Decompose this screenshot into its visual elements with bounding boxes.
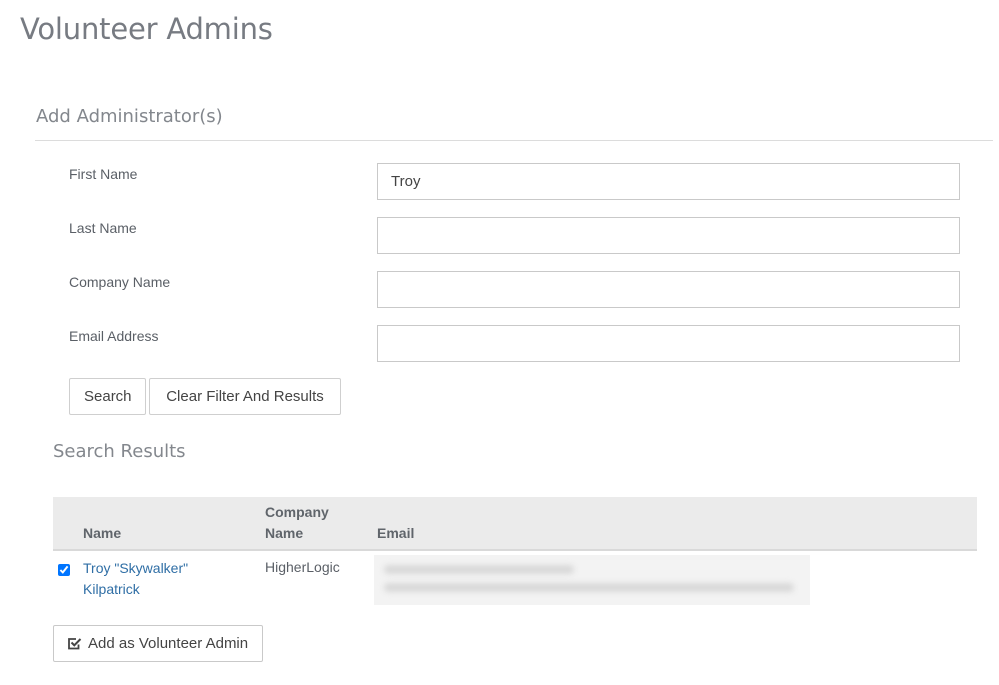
first-name-label: First Name	[69, 166, 138, 182]
check-square-icon	[67, 636, 82, 651]
company-name-label: Company Name	[69, 274, 171, 290]
result-name-line2: Kilpatrick	[83, 581, 140, 597]
search-button[interactable]: Search	[69, 378, 146, 415]
search-results-heading: Search Results	[53, 441, 186, 462]
result-name-link[interactable]: Troy "Skywalker" Kilpatrick	[83, 558, 223, 600]
redaction-bar	[384, 565, 574, 574]
email-address-label: Email Address	[69, 328, 159, 344]
company-name-input[interactable]	[377, 271, 960, 308]
add-volunteer-admin-button[interactable]: Add as Volunteer Admin	[53, 625, 264, 662]
first-name-input[interactable]	[377, 163, 960, 200]
row-select-checkbox[interactable]	[58, 564, 70, 576]
redaction-bar	[384, 583, 794, 592]
add-volunteer-admin-label: Add as Volunteer Admin	[88, 635, 249, 652]
column-header-company: Company Name	[265, 502, 329, 544]
result-email-redacted	[374, 555, 810, 605]
last-name-input[interactable]	[377, 217, 960, 254]
results-table: Name Company Name Email Troy "Skywalker"…	[53, 497, 977, 611]
column-header-name: Name	[83, 525, 122, 541]
result-company: HigherLogic	[265, 559, 340, 575]
page-title: Volunteer Admins	[20, 12, 273, 46]
table-header: Name Company Name Email	[53, 497, 977, 551]
add-administrators-heading: Add Administrator(s)	[36, 106, 223, 127]
table-row: Troy "Skywalker" Kilpatrick HigherLogic	[53, 551, 977, 611]
section-divider	[35, 140, 993, 141]
column-header-email: Email	[377, 525, 415, 541]
result-name-line1: Troy "Skywalker"	[83, 560, 189, 576]
column-header-company-line2: Name	[265, 525, 304, 541]
email-address-input[interactable]	[377, 325, 960, 362]
clear-filter-button[interactable]: Clear Filter And Results	[149, 378, 341, 415]
column-header-company-line1: Company	[265, 504, 329, 520]
last-name-label: Last Name	[69, 220, 137, 236]
